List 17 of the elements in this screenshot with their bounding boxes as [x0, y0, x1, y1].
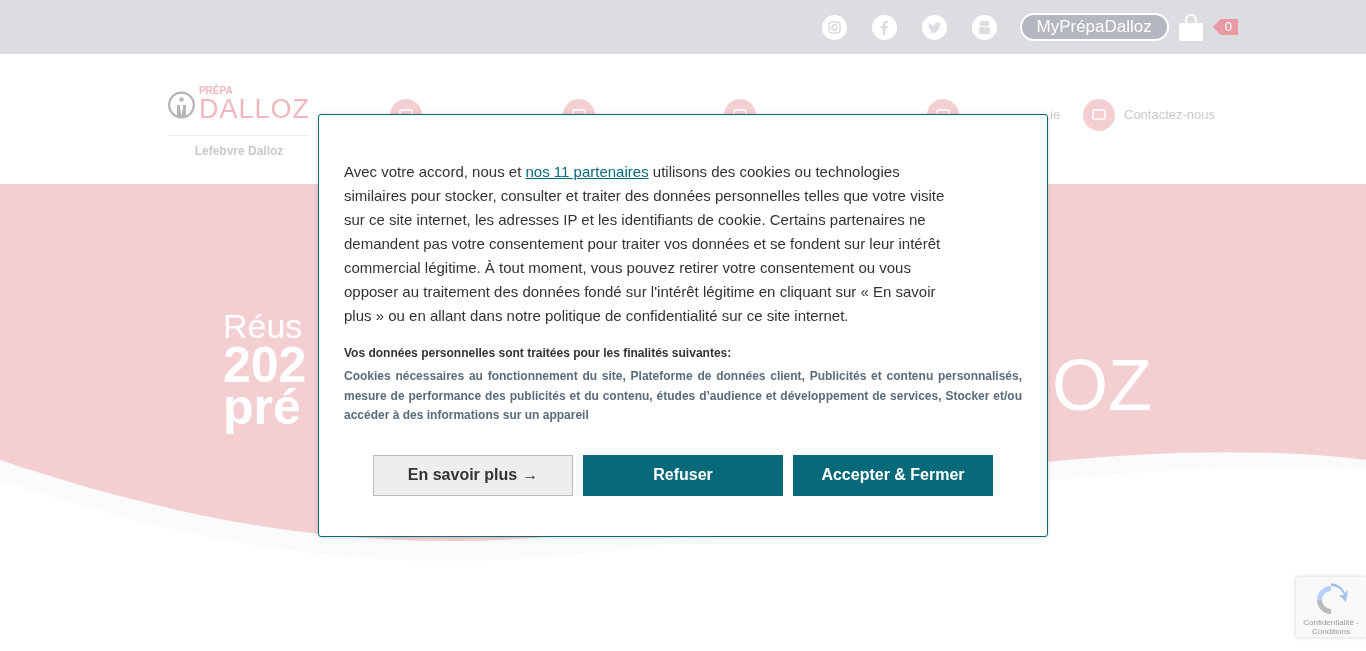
shopping-bag-icon[interactable]: [1178, 13, 1203, 41]
facebook-icon[interactable]: [871, 14, 897, 40]
consent-button[interactable]: Refuser: [583, 454, 783, 496]
purposes-text: Cookies nécessaires au fonctionnement du site, Plateforme de données client, Publicités et contenu personnalisés, mesure de performance des publicités et du contenu, études d’audience et développement de services, Stocker et/ou accéder à des informations sur un appareil: [344, 368, 1022, 424]
nav-icon: [1083, 99, 1115, 131]
consent-text: Avec votre accord, nous et nos 11 partenaires utilisons des cookies ou technologies similaires pour stocker, consulter et traiter des données personnelles telles que votre visite sur ce site internet, les adresses IP et les identifiants de cookie. Certains partenaires ne demandent pas votre consentement pour traiter vos données et se fondent sur leur intérêt commercial légitime. À tout moment, vous pouvez retirer votre consentement ou vous opposer au traitement des données fondé sur l'intérêt légitime en cliquant sur « En savoir plus » ou en allant dans notre politique de confidentialité sur ce site internet.: [344, 162, 946, 326]
logo-text: PRÉPA: [198, 86, 234, 96]
refresh-arrows-icon: [1314, 583, 1348, 617]
logo-text: DALLOZ: [198, 96, 310, 123]
video-icon[interactable]: [971, 14, 997, 40]
purposes-title: Vos données personnelles sont traitées pour les finalités suivantes:: [344, 345, 733, 362]
cart-count: 0: [1212, 19, 1238, 35]
consent-button[interactable]: Accepter & Fermer: [793, 454, 993, 496]
bird-icon[interactable]: [921, 14, 947, 40]
learn-more-button[interactable]: En savoir plus →: [373, 454, 573, 496]
partners-link[interactable]: nos 11 partenaires: [525, 163, 649, 180]
instagram-icon[interactable]: [821, 14, 847, 40]
